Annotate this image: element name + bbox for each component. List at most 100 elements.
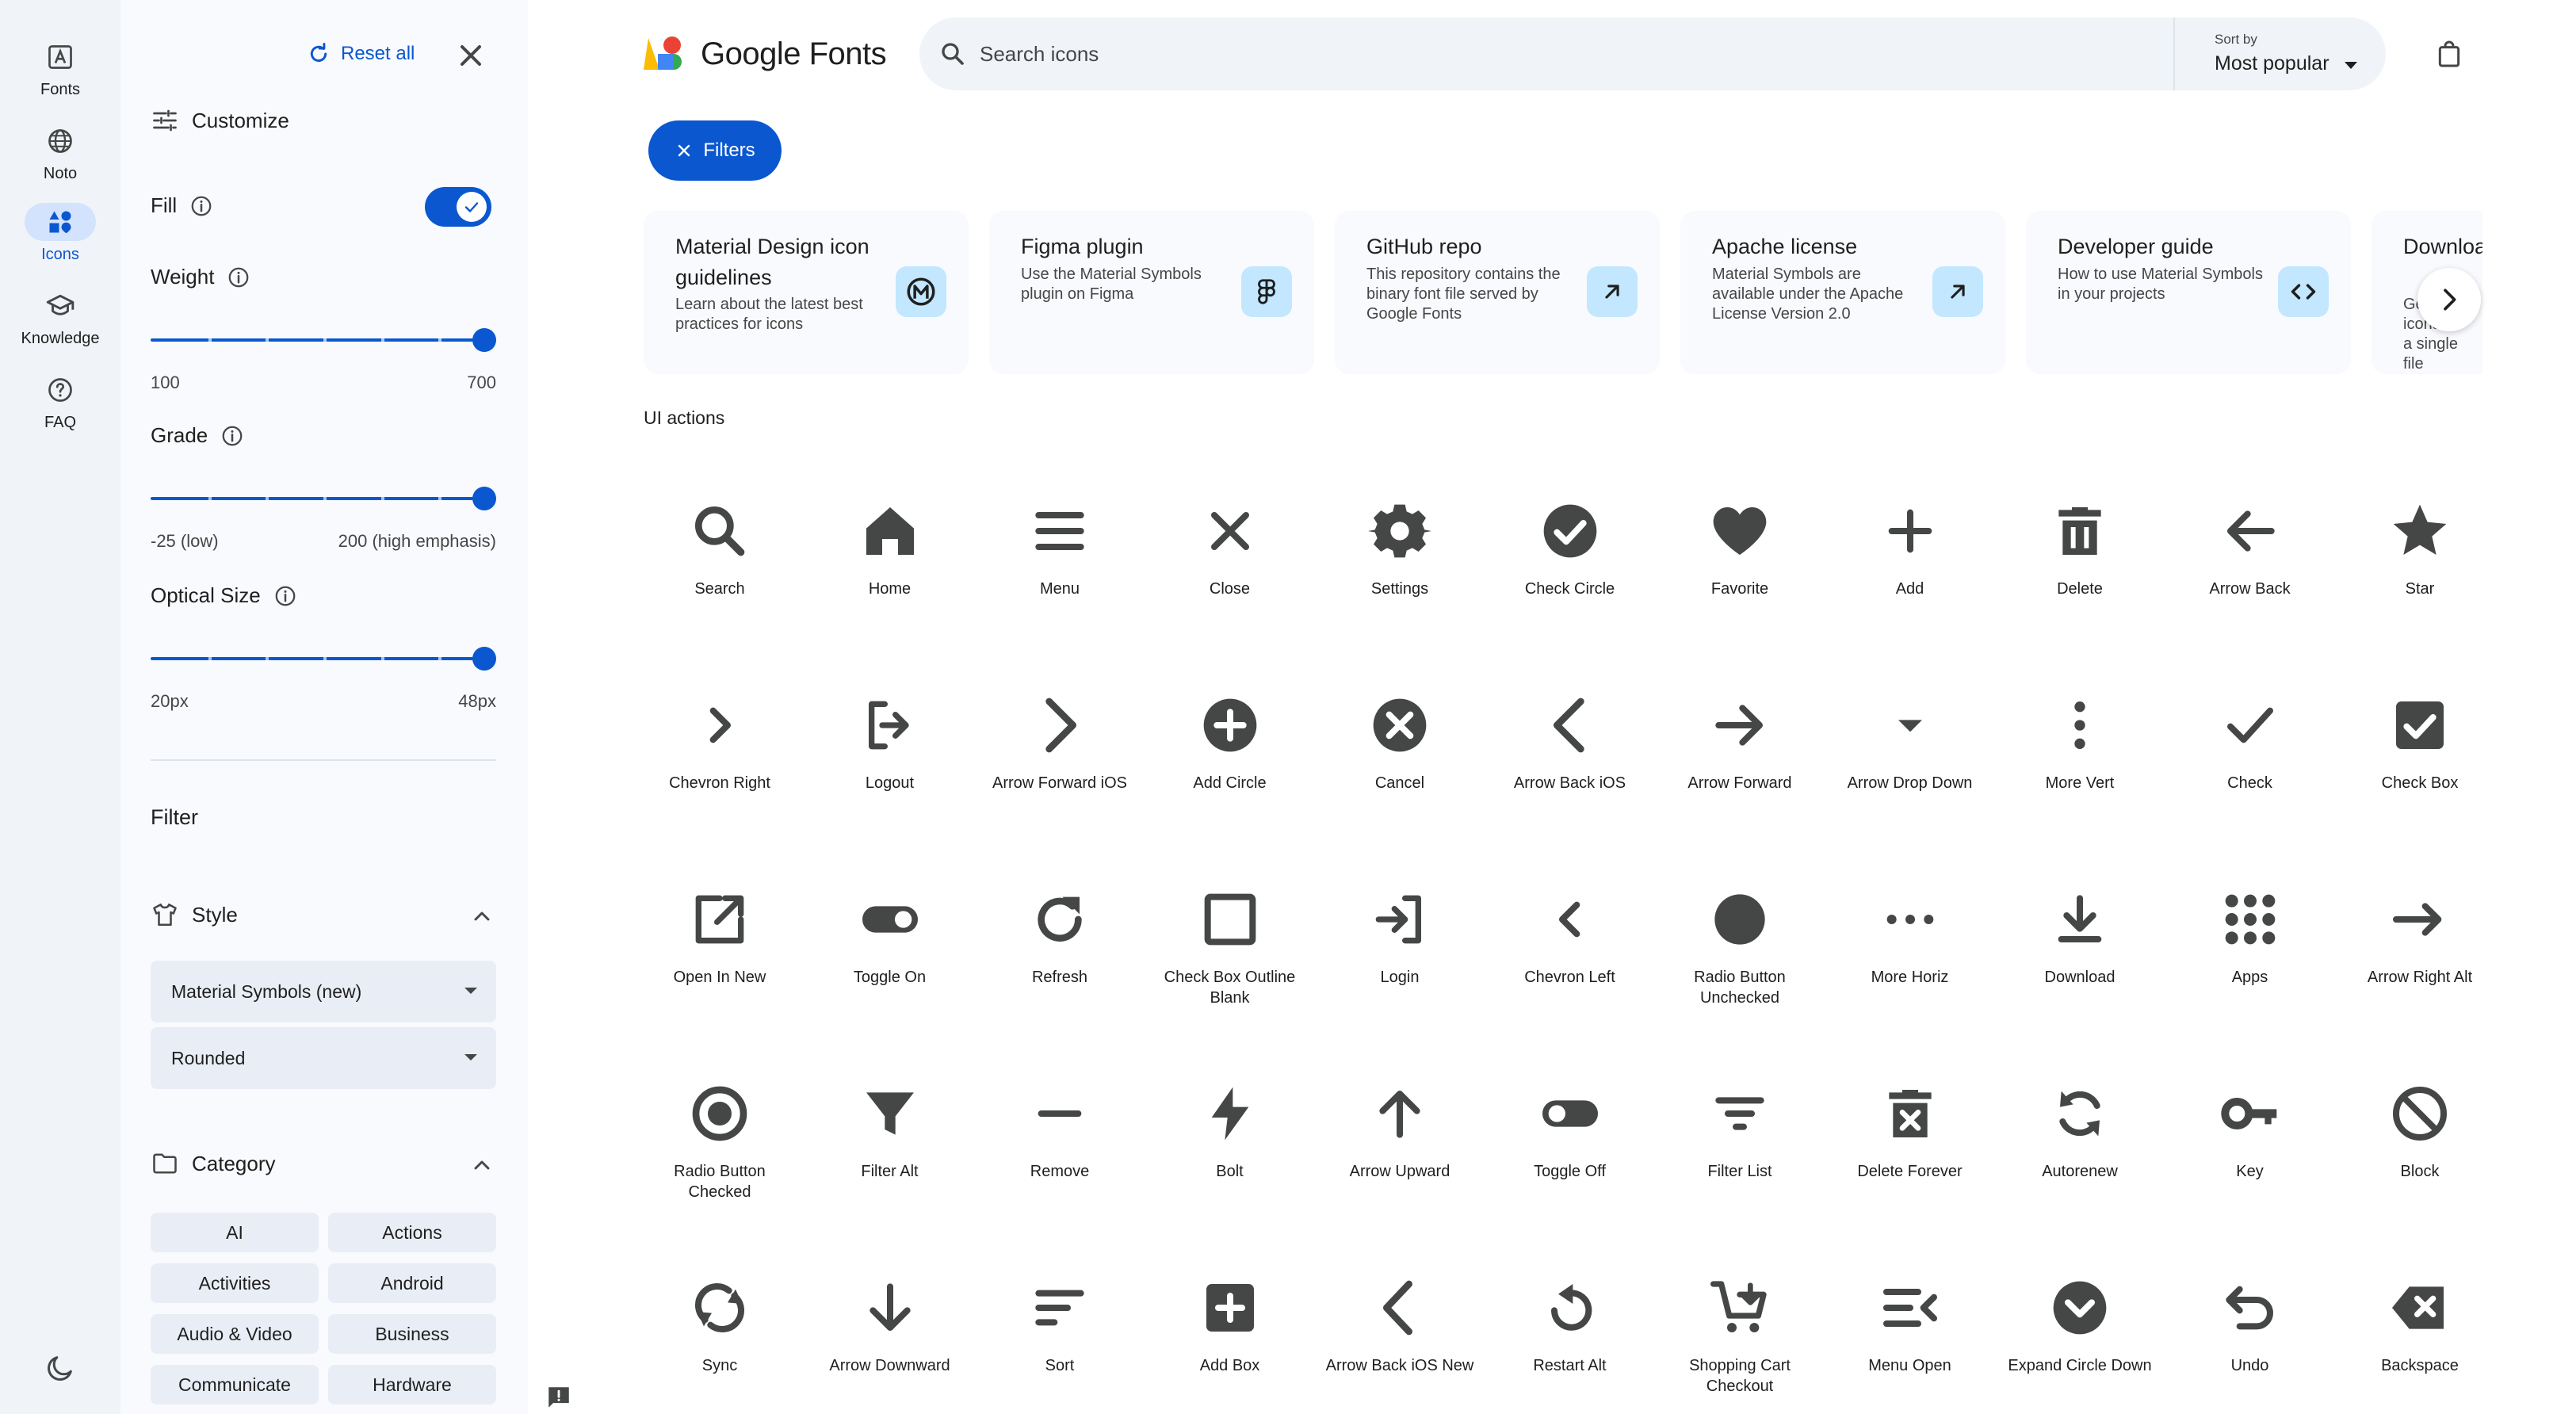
category-chip[interactable]: Communicate (151, 1365, 319, 1404)
chevron-up-icon[interactable] (469, 904, 495, 929)
icon-tile-block[interactable]: Block (2334, 1050, 2505, 1240)
slider-thumb[interactable] (472, 487, 496, 510)
icon-tile-more-horiz[interactable]: More Horiz (1825, 856, 1996, 1046)
icon-tile-arrow-back-ios-new[interactable]: Arrow Back iOS New (1314, 1244, 1485, 1414)
icon-tile-radio-button-unchecked[interactable]: Radio Button Unchecked (1654, 856, 1825, 1046)
icon-tile-login[interactable]: Login (1314, 856, 1485, 1046)
rail-item-faq[interactable]: FAQ (0, 371, 120, 432)
icon-tile-close[interactable]: Close (1145, 468, 1316, 658)
fill-toggle[interactable] (425, 187, 491, 227)
icon-tile-arrow-downward[interactable]: Arrow Downward (805, 1244, 976, 1414)
chevron-up-icon[interactable] (469, 1152, 495, 1178)
icon-tile-toggle-off[interactable]: Toggle Off (1485, 1050, 1656, 1240)
icon-tile-check-circle[interactable]: Check Circle (1485, 468, 1656, 658)
feedback-icon[interactable] (545, 1384, 572, 1411)
filters-button[interactable]: Filters (648, 120, 782, 181)
icon-tile-check-box[interactable]: Check Box (2334, 662, 2505, 852)
card-figma-plugin[interactable]: Figma plugin Use the Material Symbols pl… (989, 211, 1314, 374)
sort-dropdown-arrow-icon[interactable] (2345, 62, 2357, 69)
sort-select[interactable]: Most popular (2215, 52, 2329, 75)
category-chip[interactable]: Actions (328, 1213, 496, 1252)
category-chip[interactable]: AI (151, 1213, 319, 1252)
rail-item-fonts[interactable]: Fonts (0, 38, 120, 99)
category-chip[interactable]: Business (328, 1314, 496, 1354)
info-icon[interactable] (227, 266, 250, 289)
card-apache-license[interactable]: Apache license Material Symbols are avai… (1680, 211, 2005, 374)
rail-item-knowledge[interactable]: Knowledge (0, 287, 120, 348)
icon-tile-arrow-forward[interactable]: Arrow Forward (1654, 662, 1825, 852)
icon-tile-add-box[interactable]: Add Box (1145, 1244, 1316, 1414)
icon-tile-settings[interactable]: Settings (1314, 468, 1485, 658)
icon-tile-restart-alt[interactable]: Restart Alt (1485, 1244, 1656, 1414)
icon-tile-delete[interactable]: Delete (1994, 468, 2165, 658)
icon-tile-check-box-outline-blank[interactable]: Check Box Outline Blank (1145, 856, 1316, 1046)
icon-tile-bolt[interactable]: Bolt (1145, 1050, 1316, 1240)
icon-tile-star[interactable]: Star (2334, 468, 2505, 658)
icon-tile-download[interactable]: Download (1994, 856, 2165, 1046)
icon-tile-delete-forever[interactable]: Delete Forever (1825, 1050, 1996, 1240)
icon-tile-home[interactable]: Home (805, 468, 976, 658)
icon-tile-sort[interactable]: Sort (974, 1244, 1145, 1414)
icon-tile-undo[interactable]: Undo (2165, 1244, 2336, 1414)
category-chip[interactable]: Audio & Video (151, 1314, 319, 1354)
icon-tile-filter-alt[interactable]: Filter Alt (805, 1050, 976, 1240)
icon-tile-add-circle[interactable]: Add Circle (1145, 662, 1316, 852)
optical-size-slider[interactable] (151, 647, 496, 671)
icon-tile-arrow-back[interactable]: Arrow Back (2165, 468, 2336, 658)
icon-tile-menu-open[interactable]: Menu Open (1825, 1244, 1996, 1414)
category-chip[interactable]: Android (328, 1263, 496, 1303)
style-section-header[interactable]: Style (151, 900, 238, 929)
icon-tile-arrow-back-ios[interactable]: Arrow Back iOS (1485, 662, 1656, 852)
info-icon[interactable] (220, 424, 244, 448)
slider-thumb[interactable] (472, 647, 496, 671)
close-icon[interactable] (452, 36, 490, 75)
dark-mode-icon[interactable] (44, 1352, 76, 1384)
style-select[interactable]: Material Symbols (new) (151, 961, 496, 1022)
info-icon[interactable] (189, 194, 213, 218)
category-chip[interactable]: Activities (151, 1263, 319, 1303)
card-guidelines[interactable]: Material Design icon guidelines Learn ab… (644, 211, 969, 374)
slider-thumb[interactable] (472, 328, 496, 352)
icon-tile-apps[interactable]: Apps (2165, 856, 2336, 1046)
icon-tile-backspace[interactable]: Backspace (2334, 1244, 2505, 1414)
icon-tile-chevron-left[interactable]: Chevron Left (1485, 856, 1656, 1046)
icon-tile-sync[interactable]: Sync (634, 1244, 805, 1414)
icon-tile-more-vert[interactable]: More Vert (1994, 662, 2165, 852)
shopping-bag-icon[interactable] (2433, 38, 2465, 70)
google-fonts-logo[interactable]: Google Fonts (642, 35, 887, 73)
icon-tile-remove[interactable]: Remove (974, 1050, 1145, 1240)
rail-item-noto[interactable]: Noto (0, 122, 120, 183)
category-chip[interactable]: Hardware (328, 1365, 496, 1404)
weight-slider[interactable] (151, 328, 496, 352)
icon-tile-arrow-drop-down[interactable]: Arrow Drop Down (1825, 662, 1996, 852)
variant-select[interactable]: Rounded (151, 1027, 496, 1089)
icon-tile-chevron-right[interactable]: Chevron Right (634, 662, 805, 852)
icon-tile-menu[interactable]: Menu (974, 468, 1145, 658)
info-icon[interactable] (273, 584, 297, 608)
category-section-header[interactable]: Category (151, 1149, 276, 1178)
icon-tile-open-in-new[interactable]: Open In New (634, 856, 805, 1046)
icon-tile-filter-list[interactable]: Filter List (1654, 1050, 1825, 1240)
card-developer-guide[interactable]: Developer guide How to use Material Symb… (2026, 211, 2351, 374)
card-github-repo[interactable]: GitHub repo This repository contains the… (1335, 211, 1660, 374)
icon-tile-arrow-forward-ios[interactable]: Arrow Forward iOS (974, 662, 1145, 852)
icon-tile-refresh[interactable]: Refresh (974, 856, 1145, 1046)
icon-tile-favorite[interactable]: Favorite (1654, 468, 1825, 658)
icon-tile-radio-button-checked[interactable]: Radio Button Checked (634, 1050, 805, 1240)
icon-tile-expand-circle-down[interactable]: Expand Circle Down (1994, 1244, 2165, 1414)
reset-all-button[interactable]: Reset all (306, 36, 415, 71)
search-input[interactable] (980, 35, 2089, 73)
grade-slider[interactable] (151, 487, 496, 510)
icon-tile-logout[interactable]: Logout (805, 662, 976, 852)
icon-tile-toggle-on[interactable]: Toggle On (805, 856, 976, 1046)
icon-tile-cancel[interactable]: Cancel (1314, 662, 1485, 852)
icon-tile-add[interactable]: Add (1825, 468, 1996, 658)
icon-tile-shopping-cart-checkout[interactable]: Shopping Cart Checkout (1654, 1244, 1825, 1414)
icon-tile-search[interactable]: Search (634, 468, 805, 658)
icon-tile-check[interactable]: Check (2165, 662, 2336, 852)
icon-tile-autorenew[interactable]: Autorenew (1994, 1050, 2165, 1240)
rail-item-icons[interactable]: Icons (0, 203, 120, 264)
icon-tile-arrow-right-alt[interactable]: Arrow Right Alt (2334, 856, 2505, 1046)
icon-tile-key[interactable]: Key (2165, 1050, 2336, 1240)
cards-next-button[interactable] (2417, 268, 2481, 331)
